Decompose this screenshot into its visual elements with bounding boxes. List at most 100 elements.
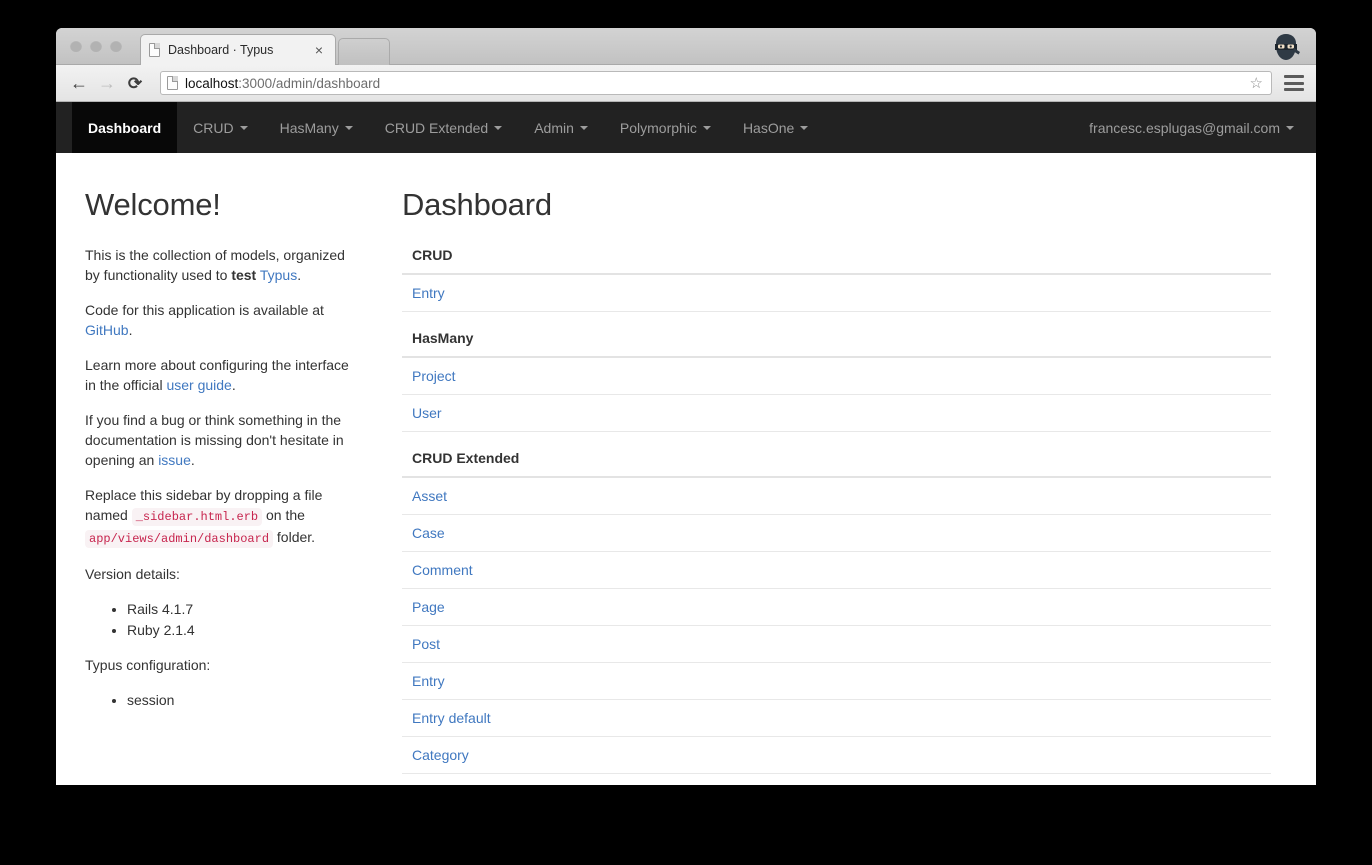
code-dashboard-path: app/views/admin/dashboard <box>85 530 274 548</box>
hamburger-menu-icon[interactable] <box>1284 75 1304 91</box>
model-link[interactable]: Comment <box>412 562 473 578</box>
nav-item-polymorphic[interactable]: Polymorphic <box>604 102 727 153</box>
forward-icon[interactable]: → <box>94 70 120 96</box>
nav-item-label: Polymorphic <box>619 119 697 136</box>
version-details-label: Version details: <box>85 566 180 582</box>
sidebar: Welcome! This is the collection of model… <box>56 153 386 785</box>
nav-item-label: HasMany <box>279 119 339 136</box>
nav-item-dashboard[interactable]: Dashboard <box>72 102 178 153</box>
url-path: :3000/admin/dashboard <box>238 75 381 91</box>
text-bold: test <box>231 267 257 283</box>
nav-item-label: CRUD Extended <box>384 119 489 136</box>
model-link[interactable]: User <box>412 405 442 421</box>
model-link[interactable]: Page <box>412 599 445 615</box>
chevron-down-icon <box>1286 125 1294 130</box>
table-row[interactable]: Project <box>402 358 1271 395</box>
bookmark-star-icon[interactable]: ☆ <box>1250 74 1265 92</box>
github-link[interactable]: GitHub <box>85 322 129 338</box>
text: folder. <box>273 529 316 545</box>
text: . <box>231 377 236 393</box>
chevron-down-icon <box>702 125 711 130</box>
sidebar-paragraph-replace: Replace this sidebar by dropping a file … <box>85 485 362 549</box>
back-icon[interactable]: ← <box>66 70 92 96</box>
nav-item-admin[interactable]: Admin <box>518 102 604 153</box>
page-icon <box>149 43 160 57</box>
issue-link[interactable]: issue <box>158 452 191 468</box>
group-title: CRUD <box>402 247 1271 275</box>
minimize-window-button[interactable] <box>90 40 102 52</box>
text: . <box>297 267 302 283</box>
chevron-down-icon <box>344 125 353 130</box>
table-row[interactable]: Entry <box>402 663 1271 700</box>
table-row[interactable]: Category <box>402 737 1271 774</box>
model-link[interactable]: Asset <box>412 488 447 504</box>
table-row[interactable]: Comment <box>402 552 1271 589</box>
reload-icon[interactable]: ⟳ <box>122 70 148 96</box>
model-link[interactable]: Post <box>412 636 440 652</box>
sidebar-paragraph-intro: This is the collection of models, organi… <box>85 245 362 285</box>
sidebar-paragraph-issue: If you find a bug or think something in … <box>85 410 362 470</box>
nav-item-hasone[interactable]: HasOne <box>727 102 824 153</box>
group-title: HasMany <box>402 330 1271 358</box>
nav-item-label: Admin <box>534 119 574 136</box>
close-window-button[interactable] <box>70 40 82 52</box>
window-controls[interactable] <box>70 40 122 52</box>
table-row[interactable]: Asset <box>402 478 1271 515</box>
model-link[interactable]: Project <box>412 368 456 384</box>
text: . <box>190 452 195 468</box>
table-row[interactable]: Page <box>402 589 1271 626</box>
text: . <box>128 322 133 338</box>
text: This is the collection of models, organi… <box>85 247 345 283</box>
page-content: Welcome! This is the collection of model… <box>56 153 1316 785</box>
main-panel: Dashboard CRUD Entry HasMany Project Use… <box>386 153 1316 785</box>
page-icon <box>167 76 178 90</box>
model-link[interactable]: Entry <box>412 673 445 689</box>
maximize-window-button[interactable] <box>110 40 122 52</box>
model-link[interactable]: Entry default <box>412 710 491 726</box>
nav-item-hasmany[interactable]: HasMany <box>264 102 369 153</box>
browser-tab-active[interactable]: Dashboard · Typus × <box>140 34 336 65</box>
table-row[interactable]: Entry <box>402 275 1271 312</box>
nav-item-label: HasOne <box>742 119 795 136</box>
browser-toolbar: ← → ⟳ localhost:3000/admin/dashboard ☆ <box>56 34 1316 102</box>
tab-strip: Dashboard · Typus × <box>56 28 1316 65</box>
nav-user-menu[interactable]: francesc.esplugas@gmail.com <box>1073 102 1316 153</box>
model-link[interactable]: Entry <box>412 285 445 301</box>
group-title: CRUD Extended <box>402 450 1271 478</box>
text: on the <box>262 507 305 523</box>
typus-link[interactable]: Typus <box>260 267 297 283</box>
close-icon[interactable]: × <box>311 43 327 57</box>
nav-item-label: Dashboard <box>88 119 162 136</box>
new-tab-button[interactable] <box>338 38 390 65</box>
nav-item-crud[interactable]: CRUD <box>177 102 263 153</box>
ninja-avatar[interactable] <box>1270 31 1302 63</box>
table-row[interactable]: Post <box>402 626 1271 663</box>
list-item: Rails 4.1.7 <box>127 599 362 619</box>
sidebar-title: Welcome! <box>85 187 221 222</box>
chevron-down-icon <box>239 125 248 130</box>
model-link[interactable]: Category <box>412 747 469 763</box>
user-guide-link[interactable]: user guide <box>166 377 231 393</box>
url-host: localhost <box>185 75 239 91</box>
nav-item-crud-extended[interactable]: CRUD Extended <box>369 102 519 153</box>
table-row[interactable]: User <box>402 395 1271 432</box>
model-link[interactable]: Case <box>412 525 445 541</box>
page-title: Dashboard <box>402 187 552 222</box>
nav-user-label: francesc.esplugas@gmail.com <box>1089 119 1280 136</box>
page-viewport: Dashboard CRUD HasMany CRUD Extended Adm… <box>56 102 1316 785</box>
table-row[interactable]: Case <box>402 515 1271 552</box>
model-group-crud-extended: CRUD Extended Asset Case Comment Page Po… <box>402 450 1271 774</box>
list-item: session <box>127 690 362 710</box>
table-row[interactable]: Entry default <box>402 700 1271 737</box>
model-group-hasmany: HasMany Project User <box>402 330 1271 432</box>
nav-item-label: CRUD <box>193 119 234 136</box>
typus-configuration-label: Typus configuration: <box>85 657 211 673</box>
chevron-down-icon <box>494 125 503 130</box>
list-item: Ruby 2.1.4 <box>127 620 362 640</box>
text: If you find a bug or think something in … <box>85 412 344 468</box>
address-bar[interactable]: localhost:3000/admin/dashboard ☆ <box>160 71 1272 95</box>
version-list: Rails 4.1.7 Ruby 2.1.4 <box>85 599 362 640</box>
chevron-down-icon <box>800 125 809 130</box>
sidebar-paragraph-code: Code for this application is available a… <box>85 300 362 340</box>
text: Code for this application is available a… <box>85 302 324 318</box>
